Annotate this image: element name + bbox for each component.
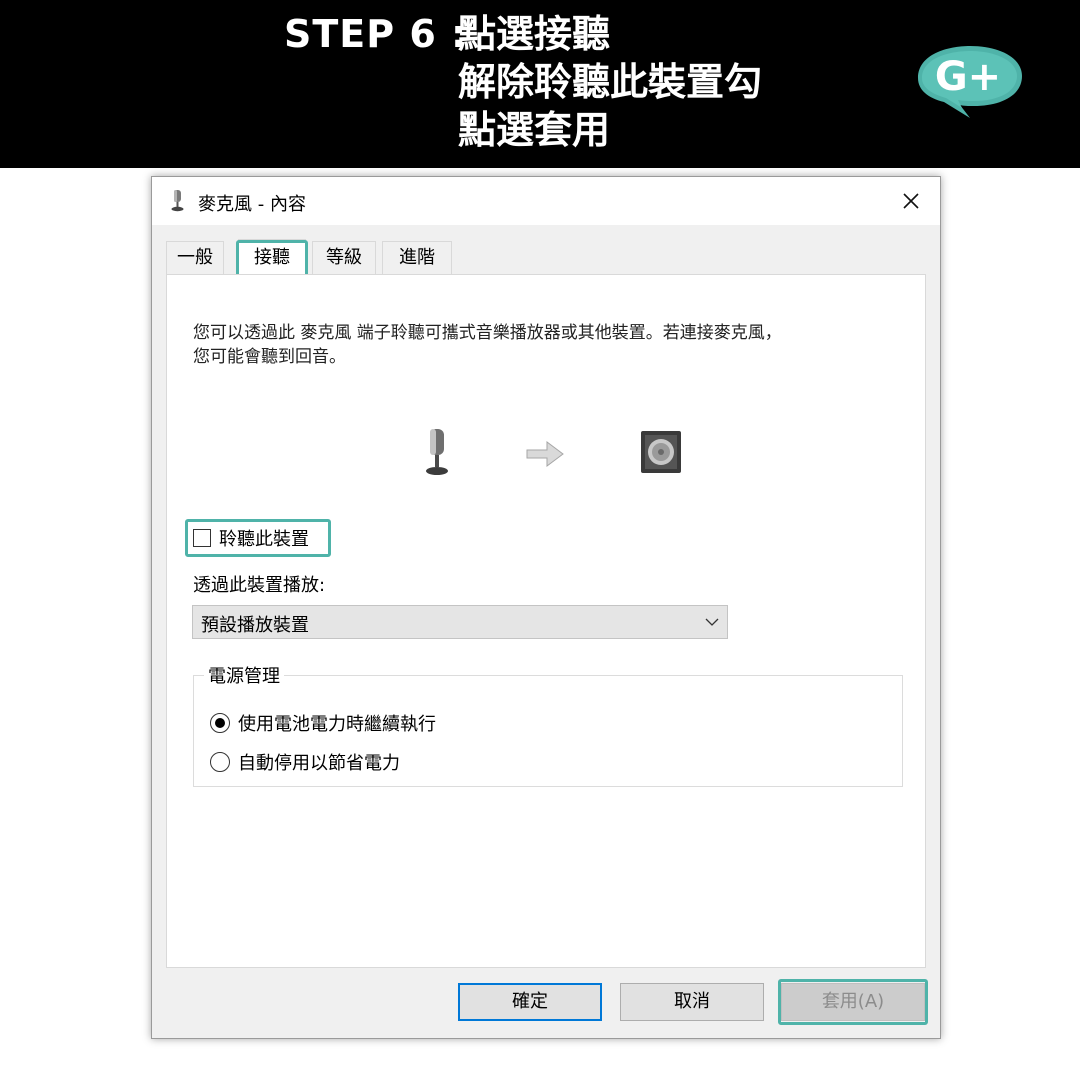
microphone-icon	[426, 429, 448, 475]
dialog-title: 麥克風 - 內容	[198, 194, 306, 215]
playback-device-select[interactable]: 預設播放裝置	[192, 605, 728, 639]
listen-description: 您可以透過此 麥克風 端子聆聽可攜式音樂播放器或其他裝置。若連接麥克風， 您可能…	[193, 321, 893, 369]
description-line-1: 您可以透過此 麥克風 端子聆聽可攜式音樂播放器或其他裝置。若連接麥克風，	[193, 323, 782, 343]
step-instructions: 點選接聽 解除聆聽此裝置勾 點選套用	[458, 10, 762, 154]
power-management-title: 電源管理	[204, 662, 284, 688]
arrow-right-icon	[526, 441, 564, 467]
close-icon	[903, 193, 919, 209]
step-line-3: 點選套用	[458, 108, 611, 152]
gplus-logo: G+	[918, 46, 1022, 118]
instruction-banner: STEP 6 : 點選接聽 解除聆聽此裝置勾 點選套用 G+	[0, 0, 1080, 168]
speaker-icon	[641, 431, 681, 473]
logo-text: G+	[935, 54, 1001, 100]
step-line-1: 點選接聽	[458, 12, 611, 56]
listen-tab-panel: 您可以透過此 麥克風 端子聆聽可攜式音樂播放器或其他裝置。若連接麥克風， 您可能…	[166, 274, 926, 968]
tab-advanced[interactable]: 進階	[382, 241, 452, 274]
description-line-2: 您可能會聽到回音。	[193, 347, 346, 367]
auto-disable-label[interactable]: 自動停用以節省電力	[238, 749, 400, 775]
power-option-disable[interactable]: 自動停用以節省電力	[210, 749, 400, 775]
chevron-down-icon	[705, 618, 719, 626]
step-line-2: 解除聆聽此裝置勾	[458, 60, 763, 104]
auto-disable-radio[interactable]	[210, 752, 230, 772]
listen-illustration	[426, 429, 681, 475]
continue-on-battery-label[interactable]: 使用電池電力時繼續執行	[238, 710, 436, 736]
tab-general[interactable]: 一般	[166, 241, 224, 274]
microphone-icon	[171, 190, 184, 212]
title-bar: 麥克風 - 內容	[152, 177, 940, 225]
tab-levels[interactable]: 等級	[312, 241, 376, 274]
cancel-button[interactable]: 取消	[620, 983, 764, 1021]
ok-button[interactable]: 確定	[458, 983, 602, 1021]
close-button[interactable]	[882, 177, 940, 225]
power-option-continue[interactable]: 使用電池電力時繼續執行	[210, 710, 436, 736]
playback-device-label: 透過此裝置播放:	[193, 575, 326, 596]
continue-on-battery-radio[interactable]	[210, 713, 230, 733]
power-management-group: 電源管理 使用電池電力時繼續執行 自動停用以節省電力	[193, 662, 903, 787]
step-label: STEP 6 :	[284, 12, 468, 56]
listen-checkbox-highlight	[185, 519, 331, 557]
microphone-properties-dialog: 麥克風 - 內容 一般 接聽 等級 進階 您可以透過此 麥克風 端子聆聽可攜式音…	[151, 176, 941, 1039]
playback-device-value: 預設播放裝置	[201, 615, 309, 636]
apply-button-highlight	[778, 979, 928, 1025]
tab-listen-highlight	[236, 240, 308, 277]
